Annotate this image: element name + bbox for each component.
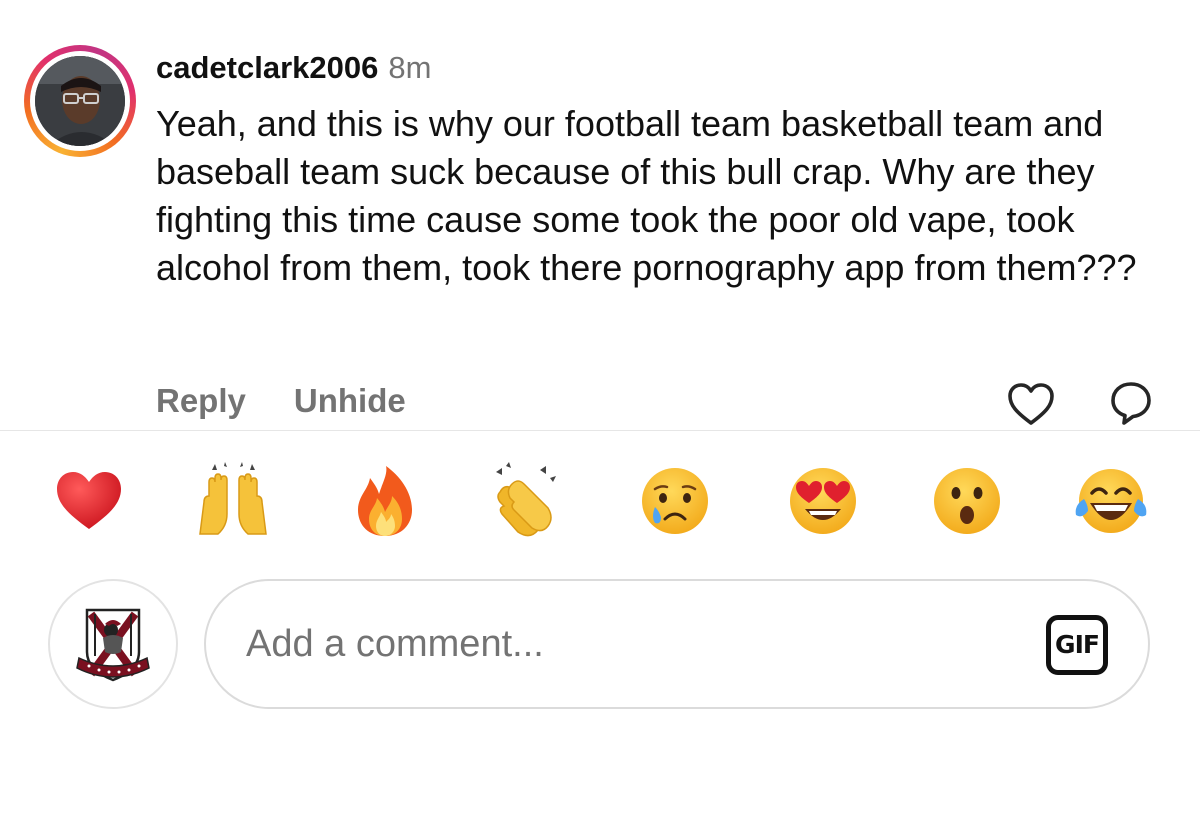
avatar-border bbox=[30, 51, 130, 151]
comment-header: cadetclark2006 8m bbox=[156, 48, 431, 88]
comment-text: Yeah, and this is why our football team … bbox=[156, 103, 1137, 288]
heart-eyes-emoji[interactable] bbox=[784, 462, 862, 540]
username[interactable]: cadetclark2006 bbox=[156, 50, 378, 85]
person-photo-icon bbox=[35, 56, 125, 146]
divider bbox=[0, 430, 1200, 431]
comment-input-placeholder: Add a comment... bbox=[246, 623, 544, 665]
heart-outline-icon[interactable] bbox=[1006, 381, 1056, 427]
comment-composer: Add a comment... GIF bbox=[0, 575, 1200, 715]
emoji-reaction-bar bbox=[0, 462, 1200, 540]
comment-input[interactable]: Add a comment... GIF bbox=[204, 579, 1150, 709]
surprised-face-emoji[interactable] bbox=[928, 462, 1006, 540]
timestamp: 8m bbox=[388, 50, 432, 85]
comment-item: cadetclark2006 8m Yeah, and this is why o… bbox=[0, 0, 1200, 430]
fire-emoji[interactable] bbox=[346, 462, 424, 540]
crying-face-emoji[interactable] bbox=[636, 462, 714, 540]
unhide-button[interactable]: Unhide bbox=[294, 382, 406, 419]
avatar-photo bbox=[35, 56, 125, 146]
current-user-avatar[interactable] bbox=[48, 579, 178, 709]
commenter-avatar[interactable] bbox=[24, 45, 136, 157]
clapping-hands-emoji[interactable] bbox=[488, 462, 566, 540]
gif-button[interactable]: GIF bbox=[1046, 615, 1108, 675]
comment-actions: Reply Unhide bbox=[156, 378, 454, 424]
reply-button[interactable]: Reply bbox=[156, 382, 246, 419]
raising-hands-emoji[interactable] bbox=[194, 462, 272, 540]
red-heart-emoji[interactable] bbox=[50, 462, 128, 540]
tears-of-joy-emoji[interactable] bbox=[1072, 462, 1150, 540]
crest-logo-icon bbox=[76, 608, 150, 682]
speech-bubble-icon[interactable] bbox=[1108, 380, 1154, 426]
